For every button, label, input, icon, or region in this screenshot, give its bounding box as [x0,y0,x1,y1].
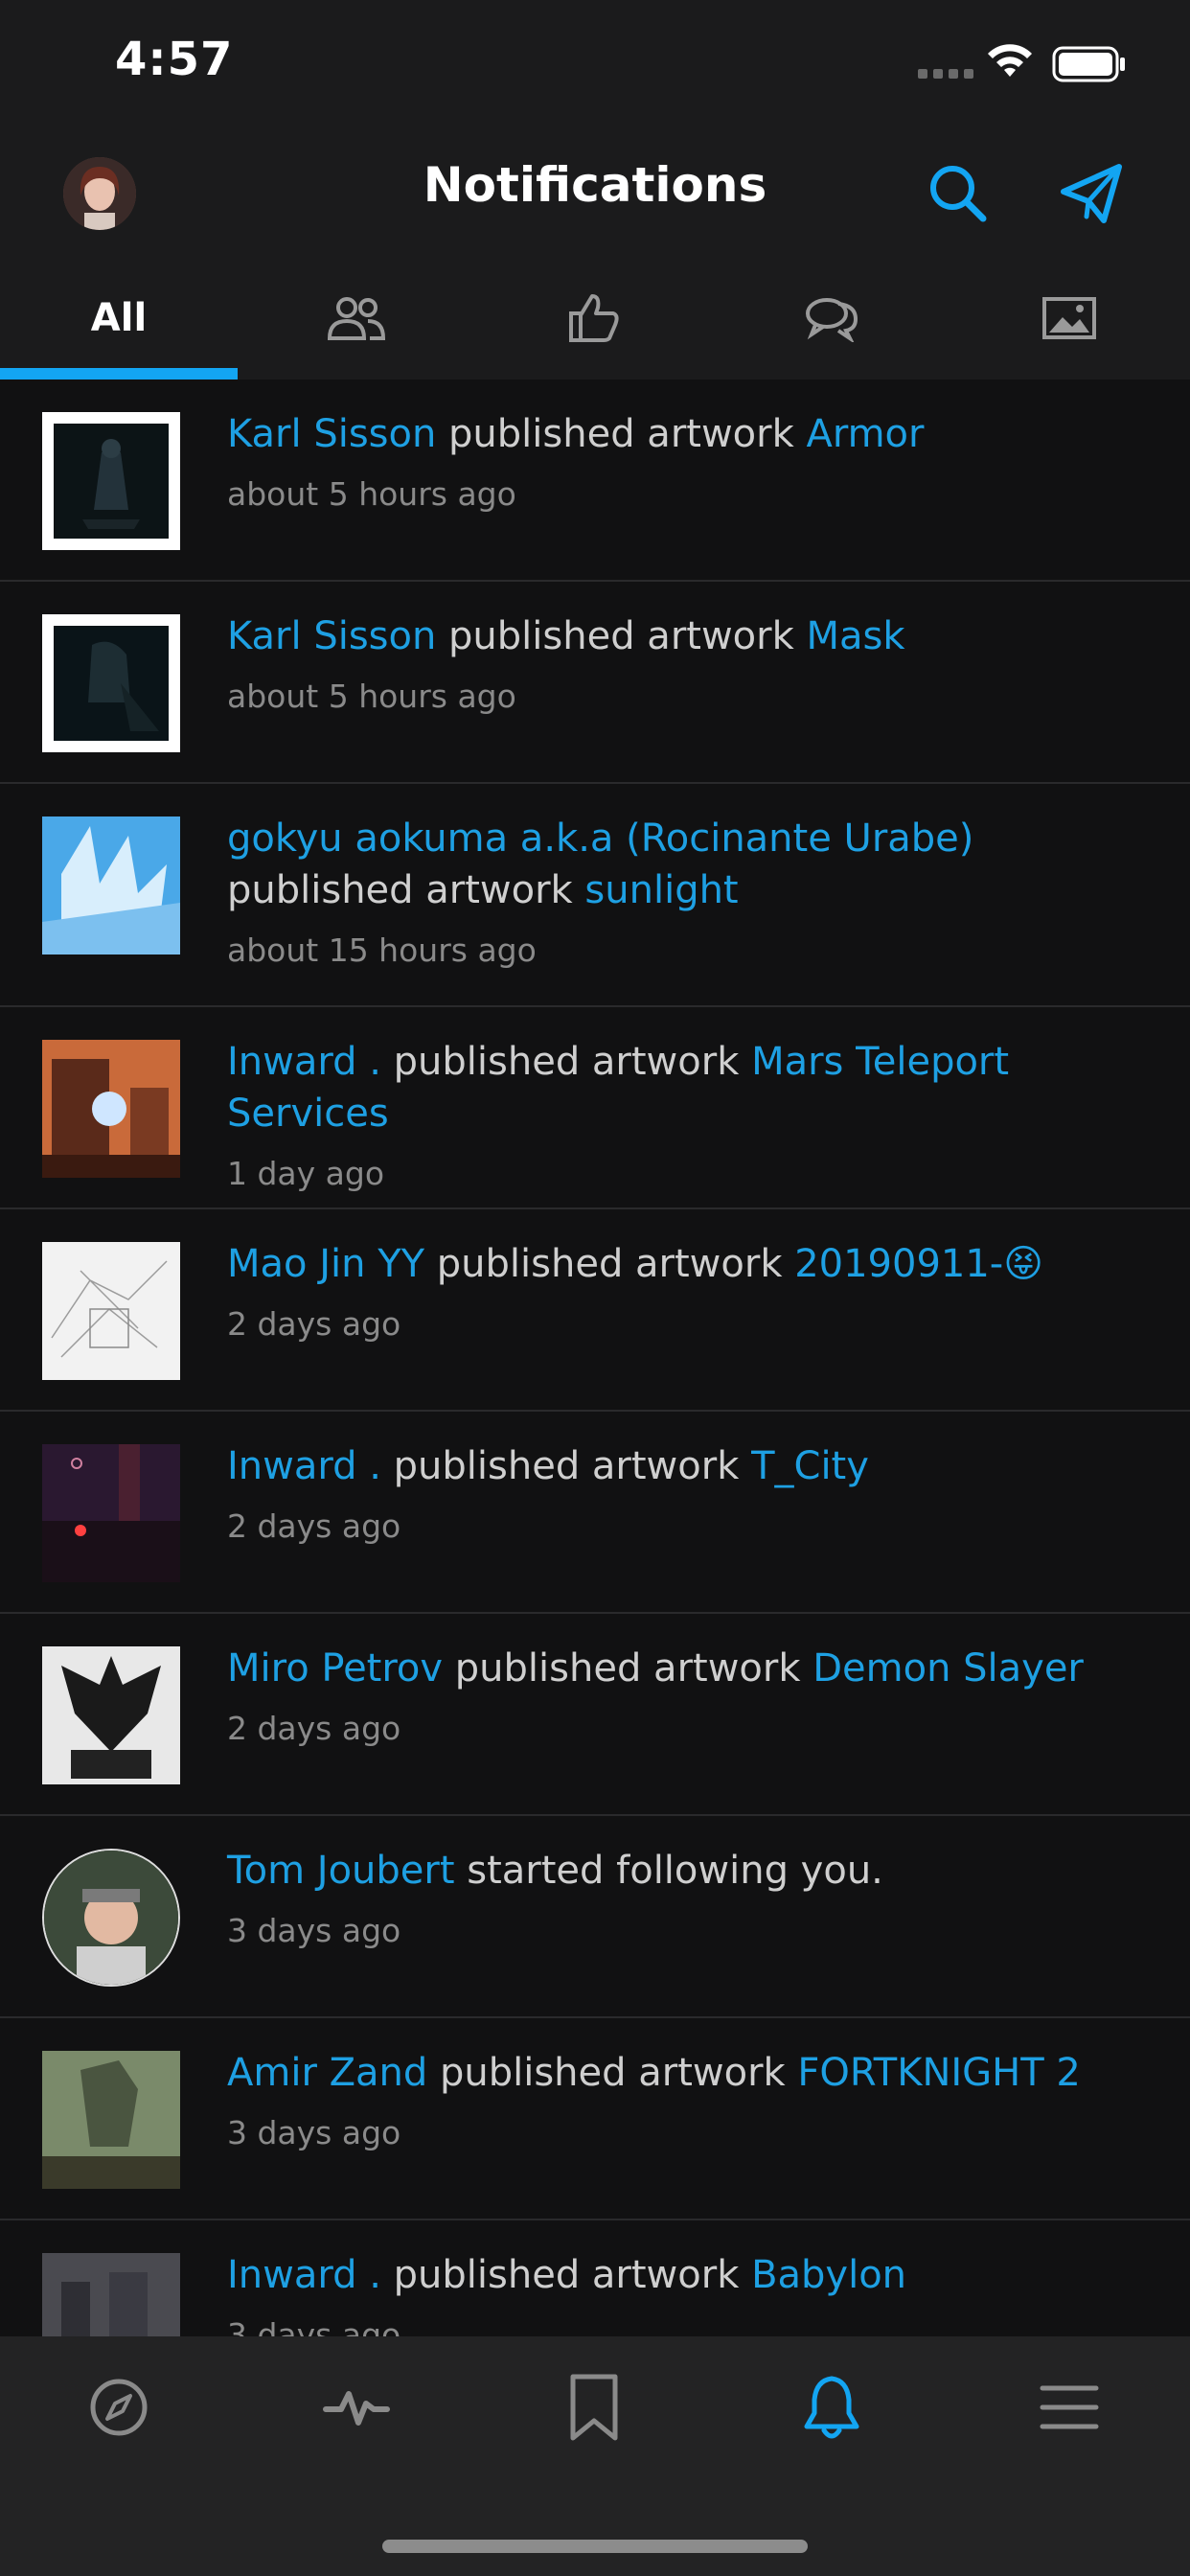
list-item[interactable]: Karl Sisson published artwork Mask about… [0,582,1190,784]
artwork-thumbnail[interactable] [42,614,180,752]
timestamp: about 5 hours ago [227,475,516,513]
list-item[interactable]: Amir Zand published artwork FORTKNIGHT 2… [0,2018,1190,2220]
timestamp: 2 days ago [227,1710,401,1747]
notification-action: started following you. [454,1849,883,1893]
tab-all[interactable]: All [0,257,238,380]
notification-action: published artwork [227,868,585,912]
artwork-link[interactable]: Babylon [751,2253,906,2297]
filter-tabs: All [0,257,1190,380]
notification-action: published artwork [424,1242,795,1286]
chat-bubbles-icon [806,298,858,342]
artwork-thumbnail[interactable] [42,816,180,954]
timestamp: 2 days ago [227,1507,401,1545]
artwork-thumbnail[interactable] [42,2253,180,2336]
list-item[interactable]: Inward . published artwork Mars Teleport… [0,1007,1190,1209]
tab-people[interactable] [238,257,475,380]
compass-icon[interactable] [82,2371,155,2444]
list-item[interactable]: Inward . published artwork T_City 2 days… [0,1412,1190,1614]
user-link[interactable]: Inward . [227,2253,381,2297]
timestamp: 1 day ago [227,1155,385,1192]
tab-comments[interactable] [713,257,950,380]
artwork-thumbnail[interactable] [42,1646,180,1784]
people-icon [327,297,386,340]
user-link[interactable]: Inward . [227,1444,381,1488]
menu-icon[interactable] [1033,2371,1106,2444]
bell-icon[interactable] [795,2371,868,2444]
wifi-icon [988,44,1032,77]
artwork-link[interactable]: FORTKNIGHT 2 [797,2051,1080,2095]
user-link[interactable]: Amir Zand [227,2051,427,2095]
timestamp: about 5 hours ago [227,678,516,715]
user-link[interactable]: Karl Sisson [227,614,436,658]
notification-action: published artwork [436,412,807,456]
bottom-tab-bar [0,2336,1190,2576]
thumbs-up-icon [569,294,619,342]
artwork-link[interactable]: Mask [806,614,904,658]
user-link[interactable]: Miro Petrov [227,1646,443,1690]
timestamp: 3 days ago [227,2316,401,2336]
notification-action: published artwork [380,1444,752,1488]
artwork-link[interactable]: Demon Slayer [812,1646,1084,1690]
user-link[interactable]: Inward . [227,1040,381,1084]
page-title: Notifications [423,157,767,213]
notification-action: published artwork [436,614,807,658]
list-item[interactable]: Karl Sisson published artwork Armor abou… [0,380,1190,582]
artwork-thumbnail[interactable] [42,2051,180,2189]
notification-list: Karl Sisson published artwork Armor abou… [0,380,1190,2336]
list-item[interactable]: gokyu aokuma a.k.a (Rocinante Urabe) pub… [0,784,1190,1007]
artwork-link[interactable]: T_City [751,1444,869,1488]
notification-action: published artwork [380,1040,752,1084]
nav-bar: Notifications [0,128,1190,257]
list-item[interactable]: Miro Petrov published artwork Demon Slay… [0,1614,1190,1816]
search-icon[interactable] [918,153,998,234]
user-link[interactable]: Tom Joubert [227,1849,455,1893]
list-item[interactable]: Mao Jin YY published artwork 20190911-😝 … [0,1209,1190,1412]
user-link[interactable]: Mao Jin YY [227,1242,424,1286]
list-item[interactable]: Inward . published artwork Babylon 3 day… [0,2220,1190,2336]
paper-plane-icon[interactable] [1050,153,1131,234]
artwork-link[interactable]: Armor [806,412,924,456]
artwork-thumbnail[interactable] [42,1444,180,1582]
timestamp: 2 days ago [227,1305,401,1343]
timestamp: 3 days ago [227,1912,401,1949]
user-link[interactable]: Karl Sisson [227,412,436,456]
status-bar: 4:57 [0,0,1190,128]
bookmark-icon[interactable] [558,2371,630,2444]
notification-action: published artwork [427,2051,798,2095]
status-time: 4:57 [115,33,234,86]
battery-icon [1052,46,1125,82]
notification-action: published artwork [443,1646,813,1690]
notification-action: published artwork [380,2253,752,2297]
tab-active-indicator [0,368,238,380]
artwork-thumbnail[interactable] [42,412,180,550]
signal-icon [918,69,973,79]
activity-icon[interactable] [320,2371,393,2444]
tab-artwork[interactable] [950,257,1188,380]
timestamp: 3 days ago [227,2114,401,2151]
artwork-link[interactable]: 20190911-😝 [794,1242,1043,1286]
tab-all-label: All [90,296,148,340]
tab-likes[interactable] [475,257,713,380]
artwork-thumbnail[interactable] [42,1242,180,1380]
artwork-thumbnail[interactable] [42,1040,180,1178]
image-icon [1042,297,1096,339]
home-indicator [382,2540,808,2553]
list-item[interactable]: Tom Joubert started following you. 3 day… [0,1816,1190,2018]
user-link[interactable]: gokyu aokuma a.k.a (Rocinante Urabe) [227,816,973,861]
user-avatar[interactable] [42,1849,180,1987]
timestamp: about 15 hours ago [227,932,537,969]
artwork-link[interactable]: sunlight [584,868,738,912]
